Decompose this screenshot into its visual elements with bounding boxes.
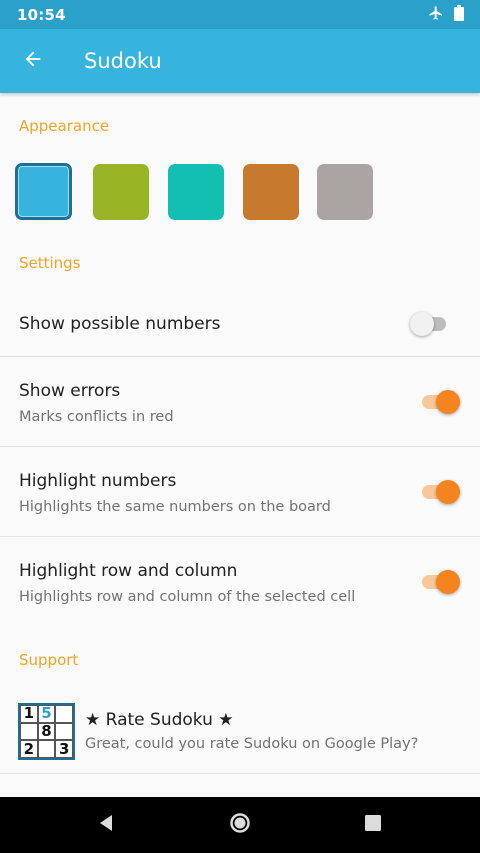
color-swatch[interactable] xyxy=(15,163,72,220)
nav-recents-button[interactable] xyxy=(361,813,385,837)
system-nav-bar xyxy=(0,797,480,853)
toggle-thumb xyxy=(436,480,460,504)
icon-cell xyxy=(55,705,73,723)
app-bar: Sudoku xyxy=(0,29,480,93)
color-swatch[interactable] xyxy=(243,164,299,220)
color-swatch[interactable] xyxy=(93,164,149,220)
home-circle-icon xyxy=(229,812,251,838)
color-swatch[interactable] xyxy=(317,164,373,220)
rate-title: ★ Rate Sudoku ★ xyxy=(85,710,234,730)
nav-back-button[interactable] xyxy=(94,813,118,837)
settings-header: Settings xyxy=(19,254,81,272)
icon-cell: 3 xyxy=(55,740,73,758)
setting-subtitle: Highlights the same numbers on the board xyxy=(19,499,331,515)
toggle-show-possible-numbers[interactable] xyxy=(410,311,450,337)
icon-cell: 8 xyxy=(37,722,56,741)
setting-title: Highlight row and column xyxy=(19,561,238,581)
icon-cell: 1 xyxy=(20,705,38,723)
toggle-show-errors[interactable] xyxy=(420,389,460,415)
status-bar: 10:54 xyxy=(0,0,480,29)
page-title: Sudoku xyxy=(84,49,162,73)
appearance-header: Appearance xyxy=(19,117,110,135)
back-triangle-icon xyxy=(96,813,116,837)
icon-cell: 5 xyxy=(37,705,56,723)
recents-square-icon xyxy=(363,813,383,837)
airplane-icon xyxy=(428,5,444,25)
setting-row-show-errors[interactable]: Show errors Marks conflicts in red xyxy=(0,357,480,447)
rate-subtitle: Great, could you rate Sudoku on Google P… xyxy=(85,736,419,752)
nav-home-button[interactable] xyxy=(228,813,252,837)
status-icons xyxy=(428,4,464,25)
status-time: 10:54 xyxy=(17,5,66,24)
setting-subtitle: Marks conflicts in red xyxy=(19,409,174,425)
rate-sudoku-row[interactable]: 1 5 8 2 3 ★ Rate Sudoku ★ Great, could y… xyxy=(0,690,480,774)
toggle-thumb xyxy=(410,312,434,336)
setting-subtitle: Highlights row and column of the selecte… xyxy=(19,589,356,605)
toggle-highlight-numbers[interactable] xyxy=(420,479,460,505)
setting-title: Highlight numbers xyxy=(19,471,177,491)
arrow-left-icon xyxy=(22,48,44,74)
back-button[interactable] xyxy=(0,29,66,93)
setting-row-highlight-row-column[interactable]: Highlight row and column Highlights row … xyxy=(0,537,480,627)
toggle-highlight-row-column[interactable] xyxy=(420,569,460,595)
setting-row-highlight-numbers[interactable]: Highlight numbers Highlights the same nu… xyxy=(0,447,480,537)
setting-title: Show errors xyxy=(19,381,121,401)
color-swatch[interactable] xyxy=(168,164,224,220)
setting-title: Show possible numbers xyxy=(19,314,221,334)
support-header: Support xyxy=(19,651,79,669)
icon-cell xyxy=(37,740,56,758)
setting-row-show-possible-numbers[interactable]: Show possible numbers xyxy=(0,291,480,357)
settings-content: Appearance Settings Show possible number… xyxy=(0,93,480,797)
toggle-thumb xyxy=(436,390,460,414)
icon-cell: 2 xyxy=(20,740,38,758)
toggle-thumb xyxy=(436,570,460,594)
icon-cell xyxy=(20,722,38,741)
battery-icon xyxy=(454,4,464,25)
icon-cell xyxy=(55,722,73,741)
sudoku-grid-icon: 1 5 8 2 3 xyxy=(18,703,75,760)
